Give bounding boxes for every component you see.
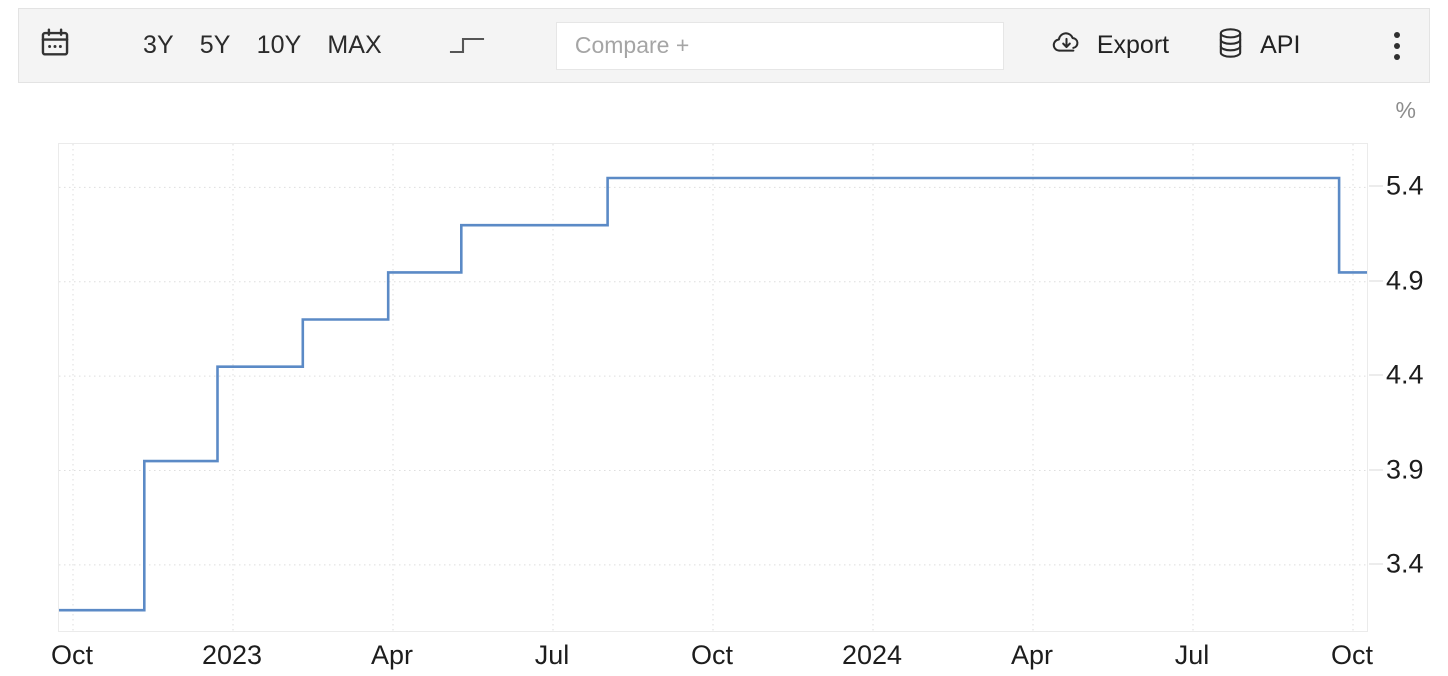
y-axis-tick-label: 5.4 [1386, 171, 1424, 202]
database-icon [1215, 26, 1246, 65]
y-axis-tick-label: 3.9 [1386, 454, 1424, 485]
series-svg [59, 144, 1367, 631]
x-axis-tick-label: Apr [1011, 640, 1053, 671]
y-axis-tick-label: 4.9 [1386, 265, 1424, 296]
compare-input[interactable] [556, 22, 1004, 70]
chart-canvas: % 5.4 4.9 4.4 3.9 3.4 Oct 2023 Apr Jul Oct 2024 Ap… [0, 84, 1448, 676]
chart-type-step-button[interactable] [438, 9, 498, 82]
range-button-max[interactable]: MAX [327, 33, 381, 58]
step-line-icon [449, 28, 487, 63]
chart-widget: 3Y 5Y 10Y MAX Exp [0, 0, 1448, 676]
compare-field-wrapper [556, 22, 1004, 70]
x-axis-tick-label: Oct [1331, 640, 1373, 671]
x-axis-tick-label: Apr [371, 640, 413, 671]
x-axis-tick-label: Oct [691, 640, 733, 671]
x-axis-tick-label: 2024 [842, 640, 902, 671]
plot-area[interactable] [58, 143, 1368, 632]
y-axis-tick-mark [1369, 375, 1383, 376]
range-button-10y[interactable]: 10Y [257, 33, 302, 58]
y-axis-tick-mark [1369, 280, 1383, 281]
range-button-3y[interactable]: 3Y [143, 33, 174, 58]
x-axis-tick-label: Jul [1175, 640, 1210, 671]
more-options-button[interactable] [1373, 9, 1421, 82]
cloud-download-icon [1050, 27, 1083, 65]
calendar-icon [38, 26, 72, 65]
api-button[interactable]: API [1215, 9, 1300, 82]
y-axis-tick-mark [1369, 469, 1383, 470]
export-label: Export [1097, 33, 1169, 58]
x-axis-tick-label: 2023 [202, 640, 262, 671]
time-range-group: 3Y 5Y 10Y MAX [143, 9, 382, 82]
kebab-menu-icon [1394, 32, 1400, 60]
chart-toolbar: 3Y 5Y 10Y MAX Exp [18, 8, 1430, 83]
y-axis-tick-label: 4.4 [1386, 360, 1424, 391]
x-axis-tick-label: Jul [535, 640, 570, 671]
api-label: API [1260, 33, 1300, 58]
x-axis-tick-label: Oct [51, 640, 93, 671]
calendar-range-button[interactable] [19, 9, 91, 82]
y-axis-unit-label: % [1396, 97, 1416, 124]
y-axis-tick-mark [1369, 186, 1383, 187]
y-axis-tick-mark [1369, 563, 1383, 564]
export-button[interactable]: Export [1050, 9, 1169, 82]
vertical-gridlines [73, 144, 1353, 631]
y-axis-tick-label: 3.4 [1386, 548, 1424, 579]
range-button-5y[interactable]: 5Y [200, 33, 231, 58]
